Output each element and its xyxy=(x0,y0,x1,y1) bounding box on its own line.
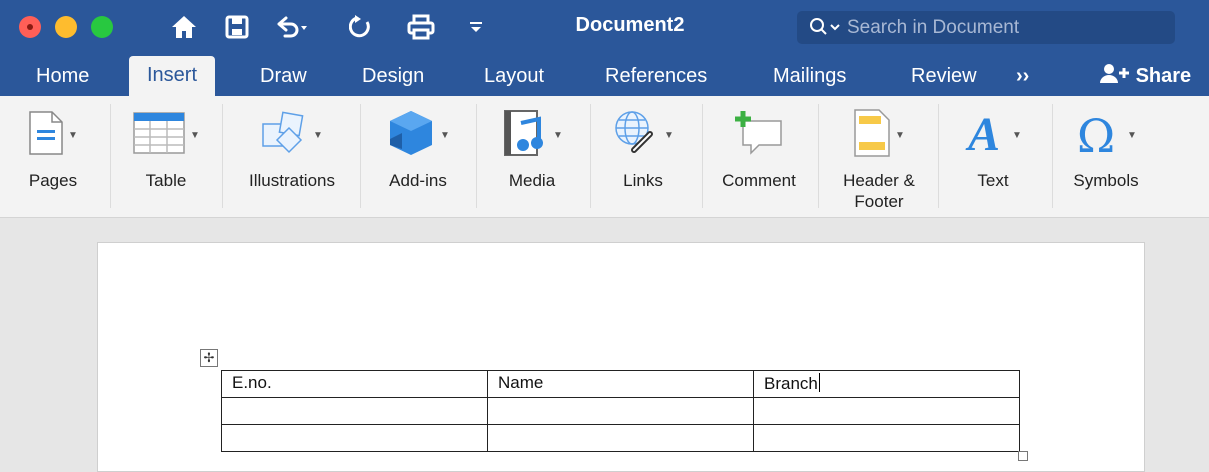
ribbon-media[interactable]: ▼ Media xyxy=(484,96,580,218)
title-bar: Document2 Search in Document xyxy=(0,0,1209,56)
table-move-handle[interactable]: ✢ xyxy=(200,349,218,367)
table-label: Table xyxy=(145,171,187,190)
home-icon[interactable] xyxy=(166,12,202,42)
svg-text:Ω: Ω xyxy=(1077,109,1115,158)
ribbon-tabs: Home Insert Draw Design Layout Reference… xyxy=(0,56,1209,96)
tab-draw[interactable]: Draw xyxy=(260,60,307,92)
ribbon-insert: ▼ Pages ▼ Table ▼ Illustrations ▼ Add-in… xyxy=(0,96,1209,218)
tab-review[interactable]: Review xyxy=(911,60,977,92)
redo-icon[interactable] xyxy=(346,12,376,42)
omega-icon: Ω xyxy=(1075,108,1123,163)
table-icon xyxy=(132,111,186,160)
ribbon-addins[interactable]: ▼ Add-ins xyxy=(368,96,468,218)
table-cell[interactable] xyxy=(753,424,1020,452)
illustrations-icon xyxy=(261,110,309,161)
illustrations-label: Illustrations xyxy=(249,171,335,190)
search-input[interactable]: Search in Document xyxy=(797,11,1175,44)
document-title: Document2 xyxy=(575,14,685,36)
table-resize-handle[interactable] xyxy=(1018,451,1028,461)
text-cursor xyxy=(818,373,820,392)
ribbon-header-footer[interactable]: ▼ Header & Footer xyxy=(824,96,934,218)
tab-references[interactable]: References xyxy=(605,60,707,92)
ribbon-illustrations[interactable]: ▼ Illustrations xyxy=(230,96,354,218)
text-icon: A xyxy=(964,108,1008,163)
comment-label: Comment xyxy=(722,171,796,190)
close-window-button[interactable] xyxy=(19,16,41,38)
customize-toolbar-icon[interactable] xyxy=(464,12,488,42)
addins-label: Add-ins xyxy=(389,171,447,190)
media-label: Media xyxy=(508,171,556,190)
table-cell[interactable]: E.no. xyxy=(221,370,488,398)
table-cell[interactable] xyxy=(221,397,488,425)
document-table[interactable]: E.no. Name Branch xyxy=(221,370,1020,452)
table-cell[interactable]: Branch xyxy=(753,370,1020,398)
ribbon-pages[interactable]: ▼ Pages xyxy=(8,96,98,218)
table-cell[interactable] xyxy=(487,397,754,425)
table-row: E.no. Name Branch xyxy=(221,370,1020,398)
print-icon[interactable] xyxy=(404,12,438,42)
tab-mailings[interactable]: Mailings xyxy=(773,60,846,92)
header-footer-label: Header & Footer xyxy=(843,171,915,211)
search-icon xyxy=(809,17,843,42)
add-person-icon xyxy=(1100,64,1136,87)
search-placeholder: Search in Document xyxy=(847,17,1020,38)
minimize-window-button[interactable] xyxy=(55,16,77,38)
pages-icon xyxy=(28,110,64,161)
ribbon-text[interactable]: A ▼ Text xyxy=(944,96,1042,218)
links-label: Links xyxy=(623,171,663,190)
table-cell[interactable]: Name xyxy=(487,370,754,398)
table-row xyxy=(221,397,1020,425)
table-cell[interactable] xyxy=(221,424,488,452)
text-label: Text xyxy=(977,171,1009,190)
table-cell[interactable] xyxy=(487,424,754,452)
share-button[interactable]: Share xyxy=(1100,60,1191,92)
addins-icon xyxy=(386,109,436,162)
pages-label: Pages xyxy=(28,171,78,190)
svg-text:A: A xyxy=(965,108,1000,158)
links-icon xyxy=(612,110,660,161)
zoom-window-button[interactable] xyxy=(91,16,113,38)
table-row xyxy=(221,424,1020,452)
tab-home[interactable]: Home xyxy=(36,60,89,92)
more-tabs-chevron-icon[interactable]: ›› xyxy=(1016,60,1029,92)
undo-icon[interactable] xyxy=(266,12,316,42)
symbols-label: Symbols xyxy=(1073,171,1139,190)
ribbon-links[interactable]: ▼ Links xyxy=(598,96,688,218)
tab-insert[interactable]: Insert xyxy=(129,56,216,96)
save-icon[interactable] xyxy=(222,12,252,42)
comment-icon xyxy=(733,109,785,162)
ribbon-table[interactable]: ▼ Table xyxy=(118,96,214,218)
header-footer-icon xyxy=(853,108,891,163)
tab-layout[interactable]: Layout xyxy=(484,60,544,92)
share-label: Share xyxy=(1135,65,1192,87)
media-icon xyxy=(501,109,549,162)
table-cell[interactable] xyxy=(753,397,1020,425)
tab-design[interactable]: Design xyxy=(362,60,424,92)
ribbon-comment[interactable]: Comment xyxy=(706,96,812,218)
ribbon-symbols[interactable]: Ω ▼ Symbols xyxy=(1058,96,1154,218)
